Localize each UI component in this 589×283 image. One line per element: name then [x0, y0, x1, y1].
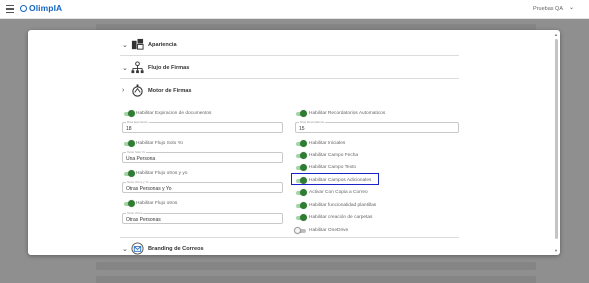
toggle-iniciales[interactable]: [294, 140, 307, 147]
field-label: Texto Otros y Yo: [126, 180, 150, 184]
toggle-label-flujo-otros: Habilitar Flujo otros: [136, 201, 178, 206]
field-value: Otras Personas: [126, 216, 161, 223]
toggle-label-carpetas: Habilitar creación de carpetas: [309, 215, 373, 220]
chevron-right-icon[interactable]: ›: [122, 87, 124, 94]
signature-flow-icon: [131, 61, 144, 74]
chevron-down-icon[interactable]: ⌄: [122, 64, 128, 72]
toggle-campo-fecha[interactable]: [294, 152, 307, 159]
toggle-campo-texto[interactable]: [294, 164, 307, 171]
app-bar: OlimpIA Pruebas QA ⌄: [0, 0, 589, 19]
section-title: Motor de Firmas: [148, 88, 192, 94]
toggle-label-plantillas: Habilitar funcionalidad plantillas: [309, 203, 377, 208]
toggle-label-onedrive: Habilitar OneDrive: [309, 228, 349, 233]
toggle-label-iniciales: Habilitar Iniciales: [309, 141, 346, 146]
toggle-label-flujo-otros-y-yo: Habilitar Flujo otros y yo: [136, 171, 188, 176]
background-row: [96, 262, 536, 270]
section-apariencia[interactable]: ⌄ Apariencia: [120, 34, 459, 56]
background-row: [96, 276, 536, 283]
olimpia-logo-icon: [20, 5, 27, 12]
toggle-label-campo-texto: Habilitar Campo Texto: [309, 165, 357, 170]
texto-otros-field[interactable]: Texto Otros Otras Personas: [122, 211, 283, 224]
scrollbar-thumb[interactable]: [555, 39, 558, 239]
chevron-down-icon[interactable]: ⌄: [569, 4, 574, 11]
field-label: Texto Solo Yo: [126, 150, 147, 154]
selection-highlight: [291, 173, 379, 185]
field-label: Texto Otros: [126, 211, 144, 215]
brand-name: OlimpIA: [29, 3, 63, 13]
section-motor-firmas[interactable]: › Motor de Firmas: [120, 80, 459, 102]
dias-recordatorio-field[interactable]: Días Recordatorio 15: [295, 120, 459, 133]
field-value: Otras Personas y Yo: [126, 185, 172, 192]
chevron-down-icon[interactable]: ⌄: [122, 41, 128, 49]
toggle-recordatorios[interactable]: [294, 110, 307, 117]
signature-engine-icon: [132, 84, 143, 97]
toggle-plantillas[interactable]: [294, 202, 307, 209]
section-title: Branding de Correos: [148, 246, 204, 252]
toggle-flujo-otros[interactable]: [122, 200, 135, 207]
field-value: Una Persona: [126, 155, 156, 162]
field-label: Días Expiración: [126, 120, 150, 124]
menu-icon[interactable]: [6, 5, 14, 14]
section-flujo-firmas[interactable]: ⌄ Flujo de Firmas: [120, 57, 459, 79]
scroll-up-icon[interactable]: ▲: [554, 32, 558, 37]
section-branding-correos[interactable]: ⌄ Branding de Correos: [120, 237, 459, 255]
settings-modal: ▲ ▼ ⌄ Apariencia ⌄ Flujo de Firmas › Mot…: [28, 30, 560, 255]
toggle-flujo-otros-y-yo[interactable]: [122, 170, 135, 177]
toggle-carpetas[interactable]: [294, 214, 307, 221]
toggle-expiracion[interactable]: [122, 110, 135, 117]
toggle-onedrive[interactable]: [294, 227, 306, 234]
section-title: Flujo de Firmas: [148, 65, 190, 71]
scrollbar[interactable]: ▲ ▼: [554, 32, 558, 253]
chevron-down-icon[interactable]: ⌄: [122, 245, 128, 253]
texto-otros-y-yo-field[interactable]: Texto Otros y Yo Otras Personas y Yo: [122, 180, 283, 193]
toggle-label-expiracion: Habilitar Expiracion de documentos: [136, 111, 212, 116]
scroll-down-icon[interactable]: ▼: [554, 248, 558, 253]
toggle-label-flujo-solo-yo: Habilitar Flujo Solo Yo: [136, 141, 183, 146]
field-value: 15: [299, 125, 305, 132]
toggle-label-campo-fecha: Habilitar Campo Fecha: [309, 153, 359, 158]
dias-expiracion-field[interactable]: Días Expiración 18: [122, 120, 283, 133]
email-branding-icon: [131, 242, 144, 255]
texto-solo-yo-field[interactable]: Texto Solo Yo Una Persona: [122, 150, 283, 163]
toggle-copia-correo[interactable]: [294, 189, 307, 196]
section-title: Apariencia: [148, 42, 177, 48]
toggle-label-recordatorios: Habilitar Recordatorios Automaticos: [309, 111, 386, 116]
toggle-flujo-solo-yo[interactable]: [122, 140, 135, 147]
brand-logo[interactable]: OlimpIA: [20, 3, 62, 13]
user-name[interactable]: Pruebas QA: [533, 6, 563, 12]
appearance-icon: [131, 38, 144, 50]
field-label: Días Recordatorio: [299, 120, 326, 124]
field-value: 18: [126, 125, 132, 132]
toggle-label-copia-correo: Activar Con Copia a Correo: [309, 190, 368, 195]
